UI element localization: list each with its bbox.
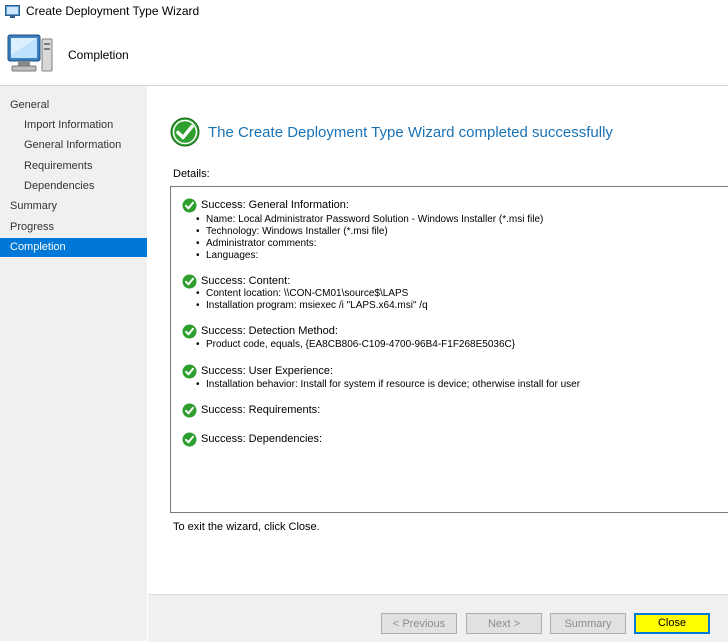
next-button[interactable]: Next >: [466, 613, 542, 634]
sidebar-item-label: Summary: [10, 200, 58, 212]
detail-entry-title: Success: Detection Method:: [201, 325, 338, 337]
success-check-icon: [182, 432, 197, 452]
completion-heading: The Create Deployment Type Wizard comple…: [208, 124, 613, 141]
title-bar: Create Deployment Type Wizard: [0, 0, 728, 23]
detail-bullet: Product code, equals, {EA8CB806-C109-470…: [196, 339, 515, 351]
close-button[interactable]: Close: [634, 613, 710, 634]
page-title: Completion: [68, 48, 129, 62]
exit-instruction: To exit the wizard, click Close.: [173, 521, 320, 533]
success-check-icon: [182, 198, 197, 218]
detail-bullet-list: Content location: \\CON-CM01\source$\LAP…: [196, 288, 428, 312]
detail-bullet: Installation program: msiexec /i "LAPS.x…: [196, 300, 428, 312]
computer-icon: [6, 31, 54, 82]
details-label: Details:: [173, 168, 210, 180]
detail-bullet-list: Product code, equals, {EA8CB806-C109-470…: [196, 339, 515, 351]
previous-button[interactable]: < Previous: [381, 613, 457, 634]
sidebar-item-general-information[interactable]: General Information: [0, 136, 147, 155]
sidebar-item-label: Import Information: [24, 119, 114, 131]
detail-bullet: Technology: Windows Installer (*.msi fil…: [196, 226, 543, 238]
detail-bullet-list: Installation behavior: Install for syste…: [196, 379, 580, 391]
window-title: Create Deployment Type Wizard: [26, 4, 200, 18]
success-check-icon: [182, 403, 197, 423]
detail-entry-title: Success: Content:: [201, 275, 291, 287]
summary-button[interactable]: Summary: [550, 613, 626, 634]
detail-entry-title: Success: User Experience:: [201, 365, 334, 377]
wizard-header: Completion: [0, 23, 728, 85]
detail-bullet: Administrator comments:: [196, 238, 543, 250]
sidebar-item-label: General: [10, 99, 50, 111]
detail-bullet: Installation behavior: Install for syste…: [196, 379, 580, 391]
sidebar-item-dependencies[interactable]: Dependencies: [0, 177, 147, 196]
sidebar-item-label: General Information: [24, 139, 122, 151]
success-check-icon: [170, 117, 200, 152]
detail-entry-title: Success: Requirements:: [201, 404, 321, 416]
detail-bullet-list: Name: Local Administrator Password Solut…: [196, 214, 543, 262]
success-check-icon: [182, 364, 197, 384]
sidebar-item-completion[interactable]: Completion: [0, 238, 147, 257]
sidebar-item-progress[interactable]: Progress: [0, 218, 147, 237]
detail-entry-title: Success: Dependencies:: [201, 433, 323, 445]
success-check-icon: [182, 324, 197, 344]
detail-bullet: Languages:: [196, 250, 543, 262]
sidebar-item-general[interactable]: General: [0, 96, 147, 115]
detail-bullet: Content location: \\CON-CM01\source$\LAP…: [196, 288, 428, 300]
sidebar-item-summary[interactable]: Summary: [0, 197, 147, 216]
sidebar-item-label: Requirements: [24, 160, 93, 172]
wizard-sidebar: General Import Information General Infor…: [0, 86, 147, 641]
detail-bullet: Name: Local Administrator Password Solut…: [196, 214, 543, 226]
sidebar-item-label: Dependencies: [24, 180, 95, 192]
sidebar-item-label: Completion: [10, 241, 66, 253]
success-check-icon: [182, 274, 197, 294]
sidebar-item-requirements[interactable]: Requirements: [0, 157, 147, 176]
sidebar-item-label: Progress: [10, 221, 55, 233]
sidebar-item-import-information[interactable]: Import Information: [0, 116, 147, 135]
detail-entry-title: Success: General Information:: [201, 199, 349, 211]
wizard-app-icon: [5, 5, 20, 23]
